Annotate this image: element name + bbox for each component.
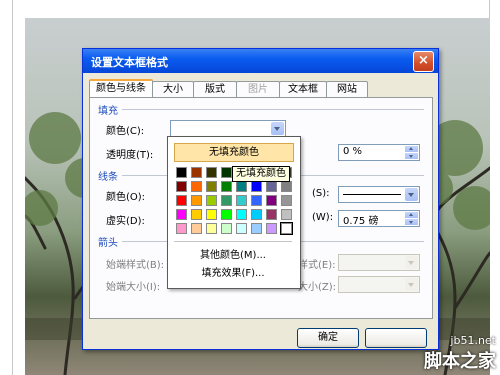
dialog-titlebar[interactable]: 设置文本框格式 × (83, 49, 438, 73)
palette-divider (174, 241, 292, 242)
ok-button[interactable]: 确定 (297, 328, 359, 348)
no-fill-tooltip: 无填充颜色 (232, 166, 290, 182)
color-swatch[interactable] (191, 195, 202, 206)
color-swatch[interactable] (266, 181, 277, 192)
color-swatch[interactable] (251, 223, 262, 234)
arrow-section-label: 箭头 (98, 238, 118, 249)
chevron-down-icon[interactable] (405, 188, 418, 201)
line-weight-value: 0.75 磅 (343, 216, 379, 227)
color-swatch[interactable] (221, 167, 232, 178)
color-swatch[interactable] (176, 195, 187, 206)
color-swatch[interactable] (251, 209, 262, 220)
fill-divider (122, 109, 424, 110)
line-style-dropdown[interactable] (338, 186, 420, 203)
color-swatch[interactable] (221, 195, 232, 206)
spin-up-icon[interactable] (405, 146, 418, 152)
close-icon: × (418, 53, 429, 68)
chevron-down-icon[interactable] (271, 122, 284, 135)
fill-color-dropdown[interactable] (170, 120, 286, 137)
color-swatch[interactable] (281, 209, 292, 220)
tab-layout[interactable]: 版式 (193, 81, 237, 97)
color-swatch[interactable] (236, 223, 247, 234)
color-swatch[interactable] (280, 222, 293, 235)
line-color-label: 颜色(O): (106, 192, 146, 203)
color-swatch[interactable] (206, 209, 217, 220)
close-button[interactable]: × (413, 51, 434, 72)
color-palette-dropdown: 无填充颜色 其他颜色(M)... 填充效果(F)... (167, 136, 301, 289)
spin-up-icon[interactable] (405, 212, 418, 218)
tab-colors-and-lines[interactable]: 颜色与线条 (89, 79, 153, 99)
line-weight-spinner[interactable]: 0.75 磅 (338, 210, 420, 227)
end-style-label: 样式(E): (298, 260, 336, 271)
dialog-title: 设置文本框格式 (91, 56, 168, 69)
cancel-button[interactable] (365, 328, 427, 348)
begin-style-label: 始端样式(B): (106, 260, 165, 271)
tab-web[interactable]: 网站 (326, 81, 368, 97)
fill-effects-item[interactable]: 填充效果(F)... (174, 266, 292, 282)
color-swatch[interactable] (266, 223, 277, 234)
color-swatch[interactable] (191, 167, 202, 178)
color-swatch[interactable] (176, 167, 187, 178)
tab-size[interactable]: 大小 (152, 81, 194, 97)
color-swatch[interactable] (191, 209, 202, 220)
color-swatch[interactable] (191, 181, 202, 192)
no-fill-button[interactable]: 无填充颜色 (174, 143, 294, 162)
transparency-label: 透明度(T): (106, 150, 154, 161)
line-section-label: 线条 (98, 172, 118, 183)
line-weight-label: (W): (312, 212, 334, 223)
tab-picture: 图片 (236, 81, 280, 97)
end-style-dropdown (338, 254, 420, 271)
begin-size-label: 始端大小(I): (106, 282, 161, 293)
spin-down-icon[interactable] (405, 153, 418, 159)
spin-down-icon[interactable] (405, 219, 418, 225)
color-swatch[interactable] (176, 223, 187, 234)
transparency-value: 0 % (343, 146, 363, 157)
color-swatch[interactable] (176, 209, 187, 220)
watermark-brand: 脚本之家 (424, 351, 496, 372)
color-swatch[interactable] (266, 209, 277, 220)
color-swatch[interactable] (251, 195, 262, 206)
line-style-sample (343, 194, 401, 195)
color-swatch[interactable] (221, 209, 232, 220)
fill-section-label: 填充 (98, 106, 118, 117)
transparency-spinner[interactable]: 0 % (338, 144, 420, 161)
line-style-label: (S): (312, 188, 330, 199)
color-swatch[interactable] (266, 195, 277, 206)
end-size-label: 大小(Z): (298, 282, 337, 293)
color-swatch[interactable] (191, 223, 202, 234)
chevron-down-icon (405, 278, 418, 291)
color-swatch[interactable] (206, 167, 217, 178)
color-swatch[interactable] (221, 223, 232, 234)
color-swatch[interactable] (236, 181, 247, 192)
watermark: jb51.net 脚本之家 (424, 334, 496, 373)
color-swatch[interactable] (206, 223, 217, 234)
chevron-down-icon (405, 256, 418, 269)
watermark-site: jb51.net (450, 334, 496, 347)
end-size-dropdown (338, 276, 420, 293)
more-colors-item[interactable]: 其他颜色(M)... (174, 248, 292, 264)
color-swatch[interactable] (236, 195, 247, 206)
color-swatch[interactable] (176, 181, 187, 192)
color-swatch[interactable] (206, 181, 217, 192)
color-swatch[interactable] (221, 181, 232, 192)
color-swatch[interactable] (251, 181, 262, 192)
fill-color-label: 颜色(C): (106, 126, 145, 137)
color-swatch[interactable] (236, 209, 247, 220)
color-swatch[interactable] (281, 195, 292, 206)
color-swatch[interactable] (206, 195, 217, 206)
line-dash-label: 虚实(D): (106, 216, 145, 227)
tab-textbox[interactable]: 文本框 (279, 81, 327, 97)
color-swatch[interactable] (281, 181, 292, 192)
